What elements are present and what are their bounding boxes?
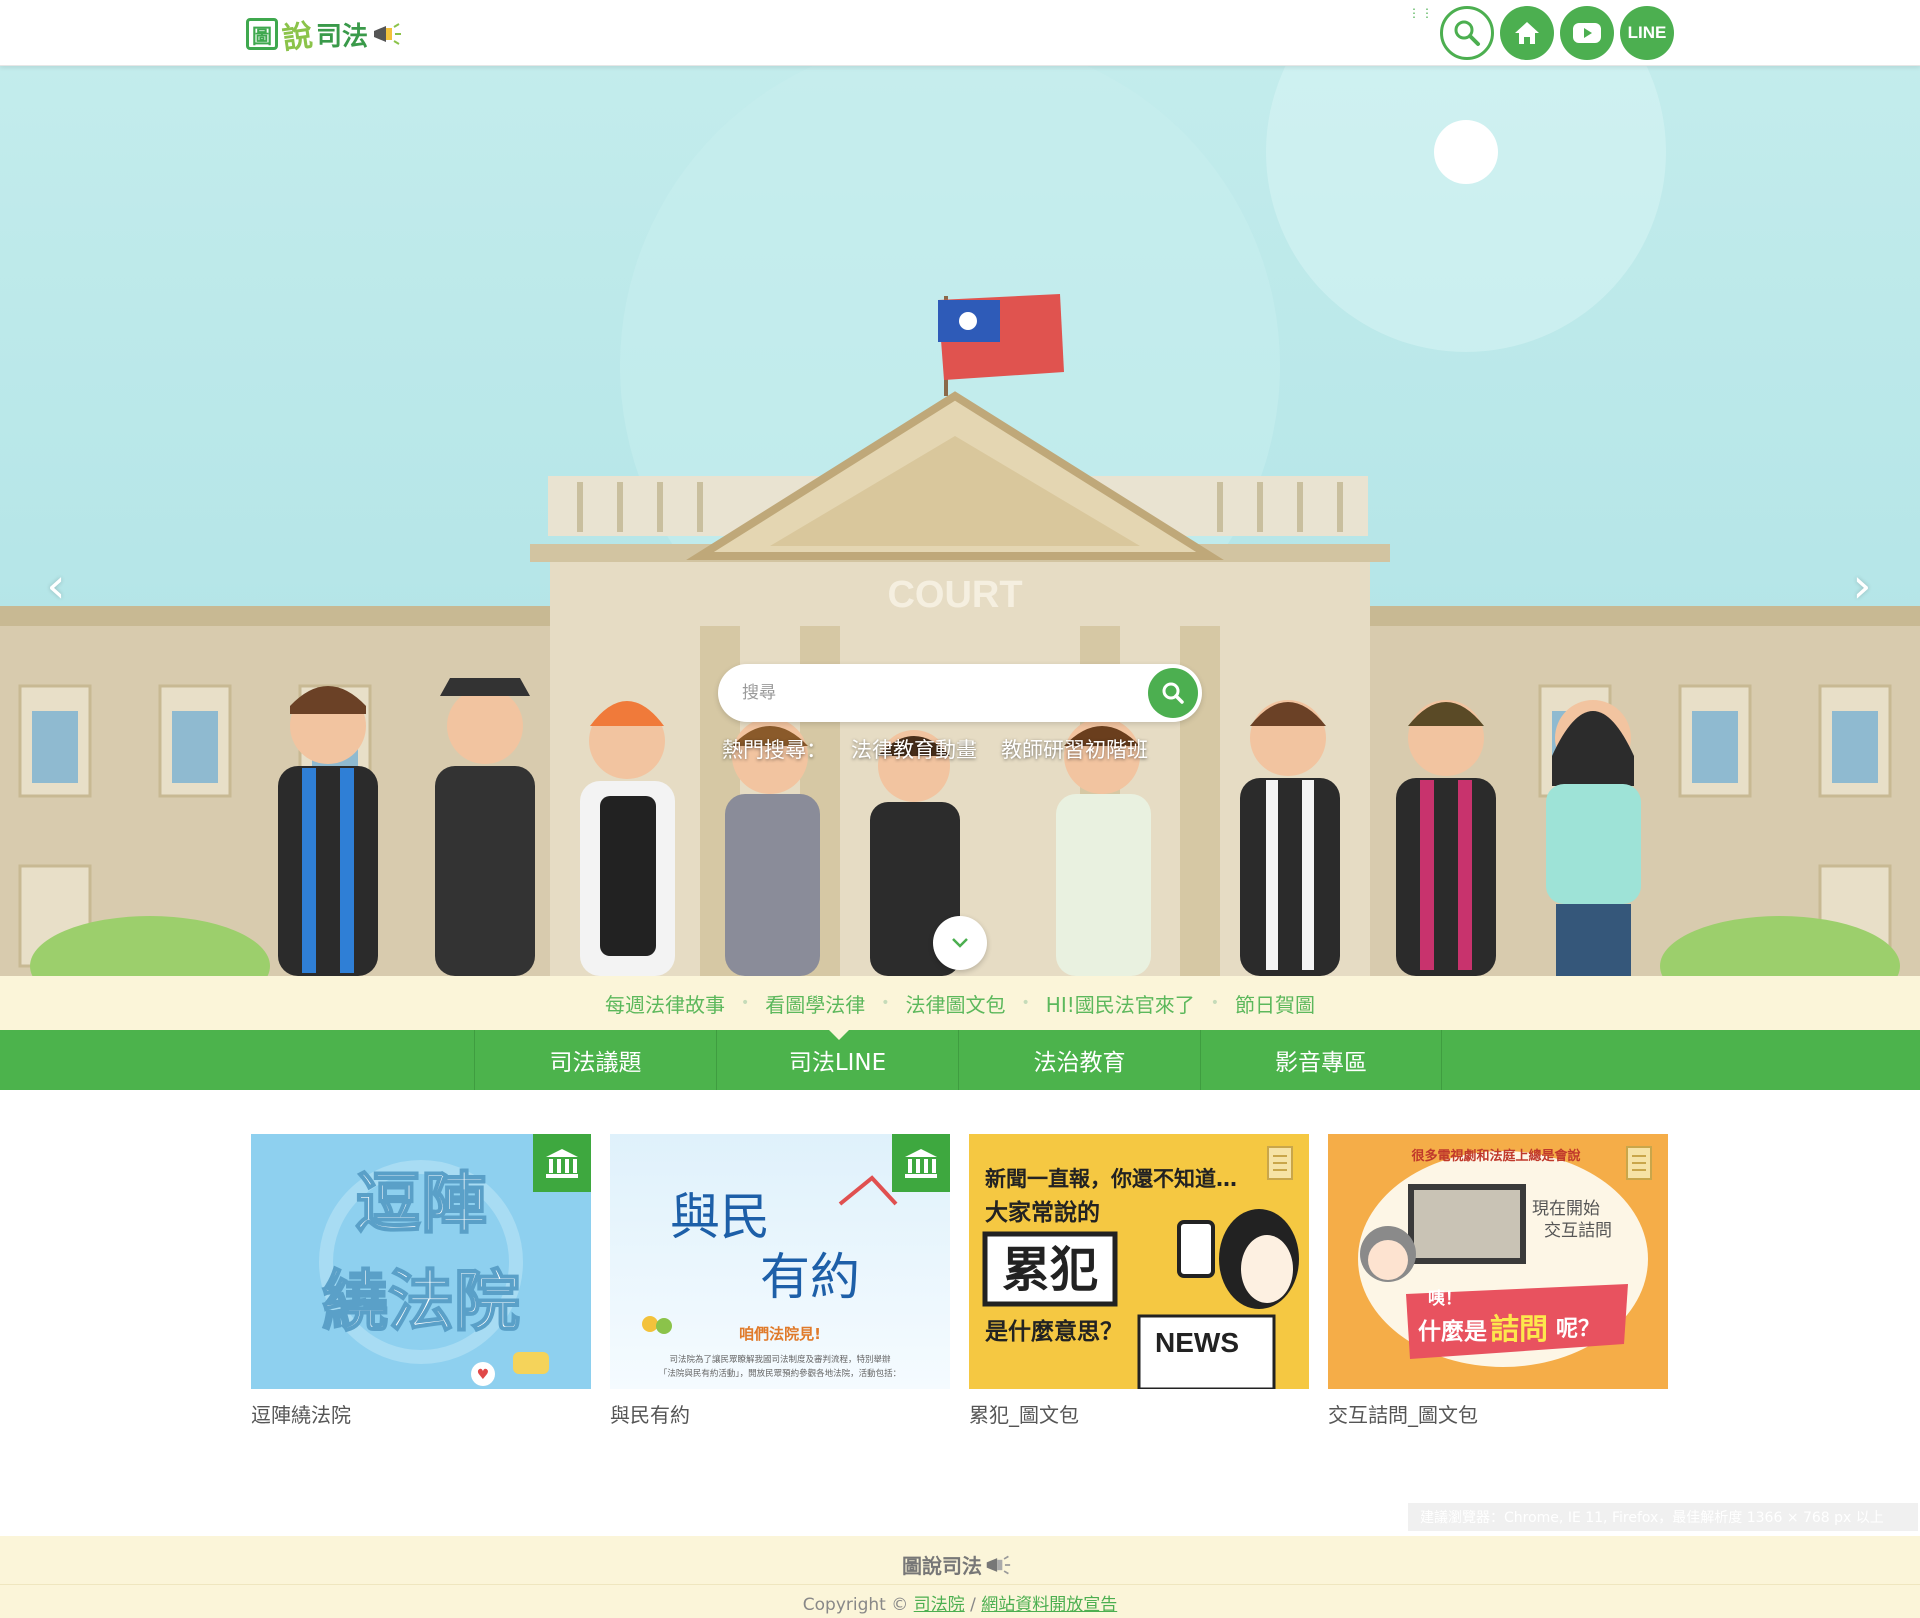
header-search-button[interactable] <box>1440 6 1494 60</box>
content-card[interactable]: 逗陣 繞法院 ♥ 逗陣繞法院 <box>251 1134 591 1428</box>
svg-text:與民: 與民 <box>670 1188 770 1246</box>
hot-search-bar: 熱門搜尋： 法律教育動畫 教師研習初階班 <box>722 734 1148 764</box>
svg-text:累犯: 累犯 <box>1002 1242 1098 1298</box>
content-card[interactable]: 很多電視劇和法庭上總是會說 現在開始 交互詰問 咦！ 什麼是 詰問 呢？ 交互詰… <box>1328 1134 1668 1428</box>
search-icon <box>1162 682 1184 704</box>
svg-text:呢？: 呢？ <box>1556 1317 1600 1342</box>
tab-legal-education[interactable]: 法治教育 <box>958 1030 1200 1090</box>
scroll-down-button[interactable] <box>933 916 987 970</box>
subnav-link[interactable]: HI!國民法官來了 <box>1038 989 1203 1018</box>
content-card[interactable]: 與民 有約 咱們法院見! 司法院為了讓民眾瞭解我國司法制度及審判流程，特別舉辦 … <box>610 1134 950 1428</box>
site-header: 圖 說 司法 ⋮⋮ LINE <box>0 0 1920 66</box>
subnav-link[interactable]: 看圖學法律 <box>757 989 873 1018</box>
svg-text:很多電視劇和法庭上總是會說: 很多電視劇和法庭上總是會說 <box>1411 1148 1580 1164</box>
hero-search-box <box>718 664 1202 722</box>
card-title[interactable]: 累犯_圖文包 <box>969 1399 1309 1428</box>
svg-text:什麼是: 什麼是 <box>1418 1318 1487 1345</box>
card-thumbnail[interactable]: 新聞一直報，你還不知道… 大家常說的 累犯 是什麼意思？ NEWS <box>969 1134 1309 1389</box>
svg-text:有約: 有約 <box>760 1248 860 1306</box>
card-title[interactable]: 逗陣繞法院 <box>251 1399 591 1428</box>
svg-text:NEWS: NEWS <box>1155 1327 1239 1358</box>
open-data-link[interactable]: 網站資料開放宣告 <box>981 1595 1117 1615</box>
browser-recommendation: 建議瀏覽器：Chrome, IE 11, Firefox，最佳解析度 1366 … <box>1408 1503 1918 1531</box>
home-icon <box>1515 22 1539 44</box>
copyright: Copyright © 司法院 / 網站資料開放宣告 <box>802 1595 1118 1615</box>
svg-text:繞法院: 繞法院 <box>322 1263 520 1340</box>
svg-text:逗陣: 逗陣 <box>355 1165 487 1242</box>
svg-text:咱們法院見!: 咱們法院見! <box>739 1325 821 1343</box>
home-button[interactable] <box>1500 6 1554 60</box>
site-logo[interactable]: 圖 說 司法 <box>246 12 402 57</box>
card-title[interactable]: 與民有約 <box>610 1399 950 1428</box>
card-thumbnail[interactable]: 很多電視劇和法庭上總是會說 現在開始 交互詰問 咦！ 什麼是 詰問 呢？ <box>1328 1134 1668 1389</box>
document-icon <box>1610 1134 1668 1192</box>
hot-search-link[interactable]: 法律教育動畫 <box>851 734 977 764</box>
hero-banner: COURT ‹ › 搜尋 熱門搜尋： 法律教育動畫 教師研習初階班 <box>0 66 1920 976</box>
card-thumbnail[interactable]: 逗陣 繞法院 ♥ <box>251 1134 591 1389</box>
site-footer: 圖說司法 Copyright © 司法院 / 網站資料開放宣告 <box>0 1536 1920 1618</box>
court-illustration: COURT <box>0 66 1920 976</box>
hot-search-link[interactable]: 教師研習初階班 <box>1001 734 1148 764</box>
content-card[interactable]: 新聞一直報，你還不知道… 大家常說的 累犯 是什麼意思？ NEWS 累犯_圖文包 <box>969 1134 1309 1428</box>
svg-text:交互詰問: 交互詰問 <box>1544 1221 1612 1241</box>
footer-logo: 圖說司法 <box>902 1550 1011 1579</box>
menu-dots-icon[interactable]: ⋮⋮ <box>1408 7 1434 19</box>
judicial-yuan-link[interactable]: 司法院 <box>914 1595 965 1615</box>
card-thumbnail[interactable]: 與民 有約 咱們法院見! 司法院為了讓民眾瞭解我國司法制度及審判流程，特別舉辦 … <box>610 1134 950 1389</box>
card-title[interactable]: 交互詰問_圖文包 <box>1328 1399 1668 1428</box>
carousel-prev-arrow[interactable]: ‹ <box>36 556 76 616</box>
chevron-down-icon <box>952 938 968 948</box>
hero-search-button[interactable] <box>1148 668 1198 718</box>
court-icon <box>892 1134 950 1192</box>
svg-text:是什麼意思？: 是什麼意思？ <box>985 1318 1123 1345</box>
svg-text:詰問: 詰問 <box>1490 1312 1548 1346</box>
svg-text:「法院與民有約活動」，開放民眾預約參觀各地法院，活動包括：: 「法院與民有約活動」，開放民眾預約參觀各地法院，活動包括： <box>659 1368 901 1379</box>
hot-search-label: 熱門搜尋： <box>722 738 827 762</box>
svg-text:♥: ♥ <box>477 1367 490 1383</box>
youtube-button[interactable] <box>1560 6 1614 60</box>
youtube-icon <box>1573 23 1601 43</box>
tab-judicial-issues[interactable]: 司法議題 <box>474 1030 716 1090</box>
court-sign: COURT <box>887 574 1022 616</box>
court-icon <box>533 1134 591 1192</box>
subnav-link[interactable]: 法律圖文包 <box>898 989 1014 1018</box>
subnav-link[interactable]: 每週法律故事 <box>597 989 733 1018</box>
svg-text:新聞一直報，你還不知道…: 新聞一直報，你還不知道… <box>985 1167 1237 1191</box>
svg-text:大家常說的: 大家常說的 <box>985 1199 1100 1226</box>
sub-nav: 每週法律故事 • 看圖學法律 • 法律圖文包 • HI!國民法官來了 • 節日賀… <box>0 976 1920 1030</box>
search-icon <box>1454 20 1480 46</box>
hero-search-input[interactable] <box>742 664 1122 722</box>
megaphone-icon <box>986 1555 1011 1574</box>
carousel-next-arrow[interactable]: › <box>1842 556 1882 616</box>
category-tabs: 司法議題 司法LINE 法治教育 影音專區 <box>0 1030 1920 1090</box>
tab-video-zone[interactable]: 影音專區 <box>1200 1030 1442 1090</box>
line-button[interactable]: LINE <box>1620 6 1674 60</box>
svg-text:咦！: 咦！ <box>1428 1288 1462 1309</box>
document-icon <box>1251 1134 1309 1192</box>
svg-text:現在開始: 現在開始 <box>1532 1199 1600 1219</box>
active-tab-indicator <box>829 1030 849 1040</box>
svg-text:司法院為了讓民眾瞭解我國司法制度及審判流程，特別舉辦: 司法院為了讓民眾瞭解我國司法制度及審判流程，特別舉辦 <box>669 1354 891 1365</box>
subnav-link[interactable]: 節日賀圖 <box>1227 989 1323 1018</box>
megaphone-icon <box>374 23 402 45</box>
